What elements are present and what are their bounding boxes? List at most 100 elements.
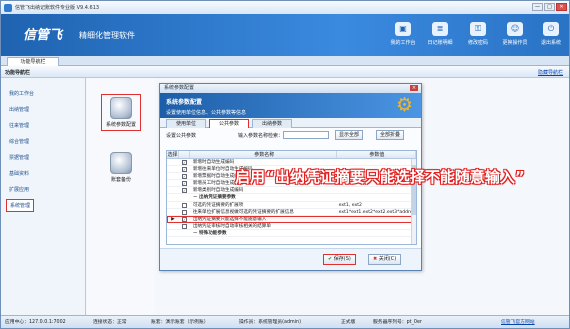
col-select: 选择: [167, 151, 179, 158]
row-checkbox[interactable]: ✓: [181, 174, 187, 180]
param-name: － 特殊功能参数: [192, 230, 227, 236]
save-label: 保存(S): [333, 256, 351, 262]
row-checkbox[interactable]: ✓: [181, 167, 187, 173]
tab-cashier-params[interactable]: 出纳参数: [252, 119, 292, 128]
app-window: 信管飞出纳记账软件专业版 V9.4.613 — □ ✕ 信管飞 精细化管理软件 …: [0, 0, 570, 329]
tool-label: 更换操作员: [502, 40, 528, 46]
logo: 信管飞: [23, 28, 63, 43]
row-checkbox-cell: ✓: [179, 166, 190, 173]
row-checkbox[interactable]: [181, 223, 187, 229]
row-checkbox[interactable]: [181, 202, 187, 208]
table-row[interactable]: ▶ ✓ 出纳凭证摘要只能选择不能随意输入: [167, 215, 416, 223]
param-value[interactable]: ext1, ext2: [337, 202, 416, 208]
row-checkbox[interactable]: ✓: [181, 188, 187, 194]
sidebar-item-system[interactable]: 系统管理: [6, 199, 35, 212]
row-indicator: [167, 223, 179, 229]
row-indicator: [167, 202, 179, 208]
grid-group-row[interactable]: － 出纳凭证摘要参数: [167, 194, 416, 202]
journal-detail-button[interactable]: ≣ 日记账明细: [422, 22, 458, 54]
param-value[interactable]: [337, 216, 416, 222]
database-gear-icon: [110, 97, 132, 119]
switch-operator-button[interactable]: ☺ 更换操作员: [497, 22, 533, 54]
row-indicator: ▶: [171, 216, 175, 222]
row-checkbox-cell: ✓: [179, 159, 190, 165]
row-checkbox[interactable]: ✓: [181, 160, 187, 165]
show-all-button[interactable]: 显示全部: [335, 130, 364, 140]
param-value[interactable]: [337, 230, 416, 236]
close-window-button[interactable]: ✕: [556, 3, 567, 11]
grid-group-row[interactable]: － 特殊功能参数: [167, 230, 416, 238]
collapse-all-button[interactable]: 全部折叠: [376, 130, 405, 140]
sidebar-item-accounts[interactable]: 往来管理: [9, 122, 29, 129]
desk-icon: ▣: [395, 22, 411, 36]
window-controls: — □ ✕: [532, 3, 567, 11]
row-indicator: [167, 194, 179, 200]
param-value[interactable]: [337, 194, 416, 200]
row-checkbox-cell: [179, 202, 190, 208]
row-checkbox[interactable]: [181, 209, 187, 215]
status-bar: 应用中心：127.0.0.1:7002 连接状态：正常 账套：演示账套（示例账）…: [1, 315, 569, 328]
my-workbench-button[interactable]: ▣ 我的工作台: [385, 22, 421, 54]
param-name: 新增类别时自动生成编码: [192, 188, 244, 194]
param-name: 往来单位扩展信息视做可选的凭证摘要的扩展信息: [192, 209, 294, 215]
row-indicator: [167, 159, 179, 165]
close-button[interactable]: ✖ 关闭(C): [368, 254, 402, 265]
row-checkbox-cell: [179, 230, 190, 236]
module-panel: 系统参数配置 账套备份: [87, 78, 155, 315]
row-checkbox-cell: ✓: [179, 216, 190, 222]
row-checkbox-cell: ✓: [179, 173, 190, 180]
param-value[interactable]: [337, 223, 416, 229]
maximize-button[interactable]: □: [544, 3, 555, 11]
top-banner: 信管飞 精细化管理软件 ▣ 我的工作台 ≣ 日记账明细 ⚿ 修改密码 ☺ 更换操…: [1, 14, 569, 56]
params-grid: 选择 参数名称 参数值 ✓ 新增时自动生成编码 ✓ 新增往来单位时自动生成编码 ✓ 新增票…: [166, 150, 417, 245]
tool-label: 日记账明细: [427, 40, 453, 46]
change-password-button[interactable]: ⚿ 修改密码: [460, 22, 496, 54]
tool-label: 我的工作台: [390, 40, 416, 46]
status-version: 正式版: [341, 320, 356, 325]
tab-public-params[interactable]: 公共参数: [209, 119, 249, 128]
status-ledger: 账套：演示账套（示例账）: [151, 320, 209, 325]
sidebar-item-general[interactable]: 综合管理: [9, 138, 29, 145]
row-checkbox-cell: [179, 209, 190, 215]
status-operator: 操作员：系统管理员(admin): [239, 320, 301, 325]
sidebar-item-bills[interactable]: 票据管理: [9, 154, 29, 161]
minimize-button[interactable]: —: [532, 3, 543, 11]
row-checkbox[interactable]: ✓: [181, 216, 187, 222]
main-tabstrip: 功能导航栏: [1, 56, 569, 66]
sidebar-item-basic-data[interactable]: 基础资料: [9, 170, 29, 177]
system-params-module[interactable]: 系统参数配置: [101, 94, 141, 131]
param-value[interactable]: ext1*ext1.ext2*ext2.ext3*address: [337, 209, 416, 215]
col-param-value: 参数值: [337, 151, 416, 158]
table-row[interactable]: ✓ 新增类别时自动生成编码: [167, 187, 416, 195]
section-label: 设置公共参数: [166, 133, 197, 139]
param-value[interactable]: [337, 159, 416, 165]
power-icon: ⏻: [543, 22, 559, 36]
dialog-header: 系统参数配置 设置使用单位信息、公共参数等信息 ⚙: [160, 93, 421, 118]
official-site-link[interactable]: 信管飞官方网站: [501, 316, 535, 328]
row-checkbox[interactable]: ✓: [181, 181, 187, 187]
dialog-close-icon[interactable]: ×: [410, 85, 418, 91]
row-indicator: [167, 209, 179, 215]
param-name: － 出纳凭证摘要参数: [192, 195, 236, 201]
sidebar-item-cashier[interactable]: 出纳管理: [9, 106, 29, 113]
save-button[interactable]: ✔ 保存(S): [323, 254, 356, 265]
hide-nav-link[interactable]: 隐藏导航栏: [538, 68, 563, 78]
sidebar-item-workbench[interactable]: 我的工作台: [9, 90, 34, 97]
tab-unit[interactable]: 使用单位: [166, 119, 206, 128]
param-value[interactable]: [337, 187, 416, 193]
nav-header-title: 功能导航栏: [5, 70, 31, 76]
window-title: 信管飞出纳记账软件专业版 V9.4.613: [15, 5, 100, 11]
param-name: 新增时自动生成编码: [192, 160, 235, 165]
param-name: 出纳凭证审核时自动审核相关的结算单: [192, 223, 271, 229]
param-search-input[interactable]: [283, 131, 329, 139]
table-row[interactable]: 出纳凭证审核时自动审核相关的结算单: [167, 223, 416, 230]
sidebar-item-extensions[interactable]: 扩展应用: [9, 186, 29, 193]
row-indicator: [167, 180, 179, 186]
tab-nav[interactable]: 功能导航栏: [7, 57, 59, 66]
table-row[interactable]: 可选的凭证摘要的扩展项 ext1, ext2: [167, 202, 416, 209]
param-name: 出纳凭证摘要只能选择不能随意输入: [192, 216, 267, 222]
param-name: 可选的凭证摘要的扩展项: [192, 202, 244, 208]
table-row[interactable]: 往来单位扩展信息视做可选的凭证摘要的扩展信息 ext1*ext1.ext2*ext…: [167, 209, 416, 216]
ledger-backup-module[interactable]: 账套备份: [101, 152, 141, 183]
exit-system-button[interactable]: ⏻ 退出系统: [533, 22, 569, 54]
